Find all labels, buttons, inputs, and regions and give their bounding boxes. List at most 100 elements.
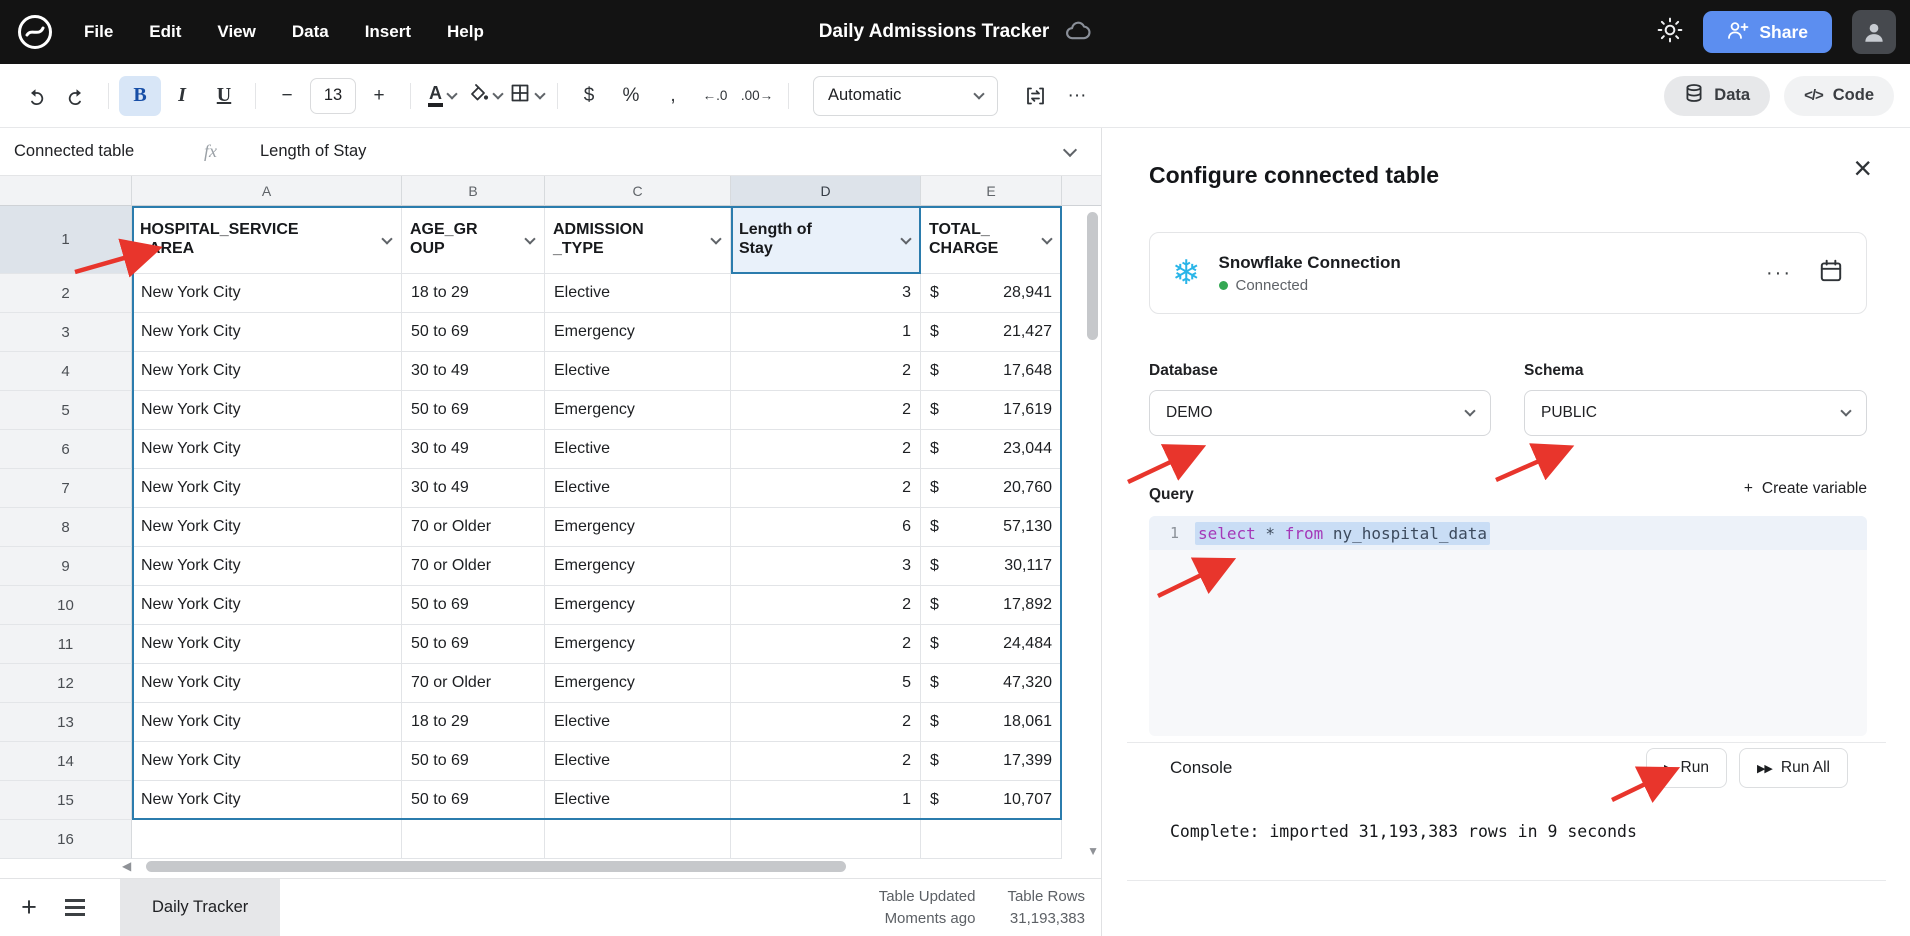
column-header-E[interactable]: E	[921, 176, 1062, 206]
data-cell[interactable]: 3	[731, 547, 921, 586]
close-icon[interactable]: ×	[1853, 152, 1872, 184]
data-cell[interactable]: $18,061	[921, 703, 1062, 742]
data-cell[interactable]: 50 to 69	[402, 625, 545, 664]
data-cell[interactable]: New York City	[132, 625, 402, 664]
more-options-icon[interactable]: ···	[1766, 262, 1792, 285]
scroll-down-icon[interactable]: ▼	[1087, 844, 1099, 858]
row-number[interactable]: 8	[0, 508, 132, 547]
data-view-button[interactable]: Data	[1664, 76, 1770, 116]
scroll-left-icon[interactable]: ◀	[122, 859, 131, 873]
decrease-decimals-button[interactable]: ←.0	[694, 76, 736, 116]
data-cell[interactable]: $17,648	[921, 352, 1062, 391]
undo-button[interactable]	[14, 76, 56, 116]
percent-format-button[interactable]: %	[610, 76, 652, 116]
data-cell[interactable]: Emergency	[545, 664, 731, 703]
data-cell[interactable]: New York City	[132, 313, 402, 352]
theme-toggle-icon[interactable]	[1657, 17, 1683, 48]
font-size-decrease-button[interactable]: −	[266, 76, 308, 116]
row-number[interactable]: 5	[0, 391, 132, 430]
row-number[interactable]: 13	[0, 703, 132, 742]
data-cell[interactable]	[921, 820, 1062, 859]
horizontal-scrollbar[interactable]	[146, 861, 846, 872]
data-cell[interactable]: Elective	[545, 469, 731, 508]
data-cell[interactable]: New York City	[132, 781, 402, 820]
menu-view[interactable]: View	[217, 22, 255, 42]
filter-chevron-icon[interactable]	[381, 233, 392, 244]
data-cell[interactable]: Elective	[545, 430, 731, 469]
data-cell[interactable]: 50 to 69	[402, 742, 545, 781]
data-cell[interactable]: New York City	[132, 352, 402, 391]
column-header-D[interactable]: D	[731, 176, 921, 206]
data-cell[interactable]: 2	[731, 469, 921, 508]
currency-format-button[interactable]: $	[568, 76, 610, 116]
data-cell[interactable]: $23,044	[921, 430, 1062, 469]
data-cell[interactable]: New York City	[132, 664, 402, 703]
data-cell[interactable]: $21,427	[921, 313, 1062, 352]
data-cell[interactable]: 18 to 29	[402, 274, 545, 313]
data-cell[interactable]: 5	[731, 664, 921, 703]
data-cell[interactable]: Emergency	[545, 313, 731, 352]
data-cell[interactable]: 70 or Older	[402, 547, 545, 586]
document-title[interactable]: Daily Admissions Tracker	[819, 21, 1050, 43]
filter-chevron-icon[interactable]	[524, 233, 535, 244]
data-cell[interactable]: $30,117	[921, 547, 1062, 586]
data-cell[interactable]: 2	[731, 430, 921, 469]
thousands-separator-button[interactable]: ,	[652, 76, 694, 116]
calendar-icon[interactable]	[1818, 258, 1844, 289]
run-all-button[interactable]: ▶▶ Run All	[1739, 748, 1848, 788]
data-cell[interactable]: New York City	[132, 586, 402, 625]
formula-bar-expand-icon[interactable]	[1063, 142, 1077, 156]
data-cell[interactable]: Elective	[545, 742, 731, 781]
data-cell[interactable]: 50 to 69	[402, 313, 545, 352]
overflow-menu-button[interactable]: ···	[1056, 76, 1098, 116]
code-view-button[interactable]: </> Code	[1784, 76, 1894, 116]
schema-select[interactable]: PUBLIC	[1524, 390, 1867, 436]
menu-data[interactable]: Data	[292, 22, 329, 42]
data-cell[interactable]	[402, 820, 545, 859]
data-cell[interactable]: $17,619	[921, 391, 1062, 430]
filter-chevron-icon[interactable]	[900, 233, 911, 244]
data-cell[interactable]: 2	[731, 742, 921, 781]
select-all-corner[interactable]	[0, 176, 132, 206]
query-text[interactable]: select * from ny_hospital_data	[1195, 522, 1490, 545]
data-cell[interactable]: New York City	[132, 430, 402, 469]
data-cell[interactable]: 2	[731, 625, 921, 664]
data-cell[interactable]: New York City	[132, 703, 402, 742]
row-number[interactable]: 16	[0, 820, 132, 859]
create-variable-button[interactable]: + Create variable	[1744, 480, 1867, 498]
row-number[interactable]: 2	[0, 274, 132, 313]
data-cell[interactable]: 70 or Older	[402, 664, 545, 703]
header-cell[interactable]: ADMISSION _TYPE	[545, 206, 731, 274]
data-cell[interactable]: Elective	[545, 352, 731, 391]
row-number[interactable]: 3	[0, 313, 132, 352]
data-cell[interactable]: 18 to 29	[402, 703, 545, 742]
row-number[interactable]: 15	[0, 781, 132, 820]
header-cell[interactable]: AGE_GR OUP	[402, 206, 545, 274]
data-cell[interactable]: 30 to 49	[402, 469, 545, 508]
bold-button[interactable]: B	[119, 76, 161, 116]
row-number[interactable]: 4	[0, 352, 132, 391]
data-cell[interactable]: New York City	[132, 469, 402, 508]
sheet-list-button[interactable]	[52, 879, 98, 936]
row-number[interactable]: 12	[0, 664, 132, 703]
column-header-B[interactable]: B	[402, 176, 545, 206]
data-cell[interactable]: $10,707	[921, 781, 1062, 820]
row-number[interactable]: 7	[0, 469, 132, 508]
menu-edit[interactable]: Edit	[149, 22, 181, 42]
data-cell[interactable]: 1	[731, 313, 921, 352]
increase-decimals-button[interactable]: .00→	[736, 76, 778, 116]
data-cell[interactable]: Elective	[545, 274, 731, 313]
data-cell[interactable]: $57,130	[921, 508, 1062, 547]
data-cell[interactable]: Emergency	[545, 547, 731, 586]
data-cell[interactable]: New York City	[132, 274, 402, 313]
data-cell[interactable]: $47,320	[921, 664, 1062, 703]
data-cell[interactable]: New York City	[132, 547, 402, 586]
data-cell[interactable]: 1	[731, 781, 921, 820]
data-cell[interactable]: New York City	[132, 742, 402, 781]
data-cell[interactable]: 6	[731, 508, 921, 547]
header-cell[interactable]: TOTAL_ CHARGE	[921, 206, 1062, 274]
code-line[interactable]: 1 select * from ny_hospital_data	[1149, 516, 1867, 550]
data-cell[interactable]: $28,941	[921, 274, 1062, 313]
vertical-scrollbar[interactable]	[1087, 212, 1098, 340]
sheet-tab[interactable]: Daily Tracker	[120, 879, 280, 936]
